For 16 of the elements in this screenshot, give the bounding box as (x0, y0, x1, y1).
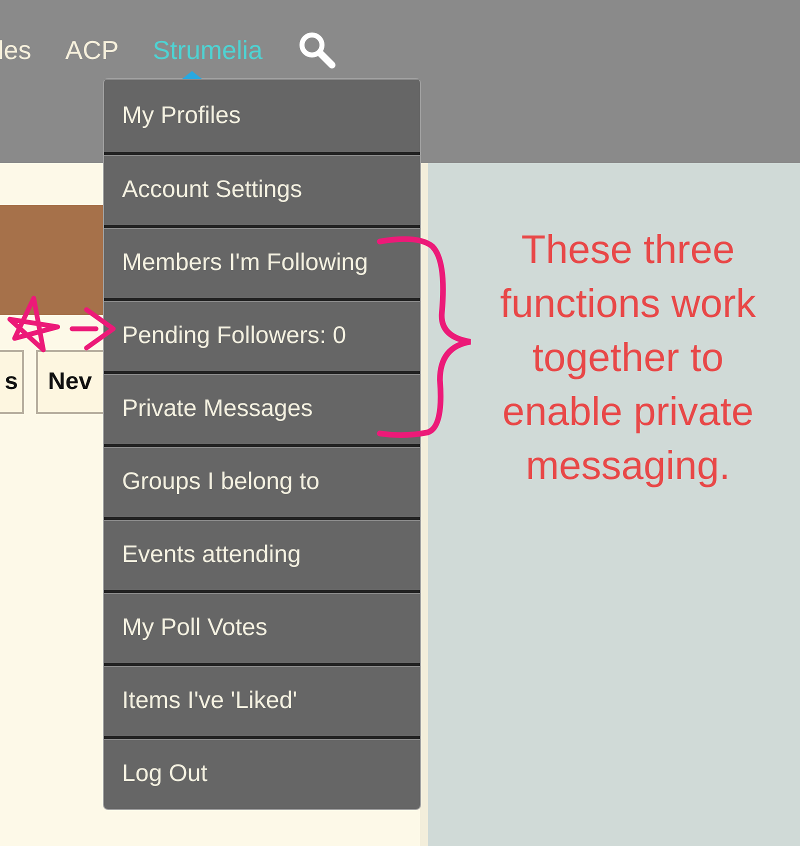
menu-item[interactable]: Account Settings (104, 152, 420, 225)
menu-item[interactable]: Private Messages (104, 371, 420, 444)
menu-item[interactable]: Events attending (104, 517, 420, 590)
menu-item[interactable]: My Profiles (104, 79, 420, 152)
menu-item[interactable]: Log Out (104, 736, 420, 809)
annotation-text: These three functions work together to enable private messaging. (499, 227, 757, 490)
menu-item[interactable]: Pending Followers: 0 (104, 298, 420, 371)
nav-link[interactable]: ACP (65, 34, 119, 66)
nav-link[interactable]: les (0, 34, 32, 66)
tab-button[interactable]: Nev (36, 350, 103, 414)
tab-button[interactable]: s (0, 350, 24, 414)
menu-item[interactable]: Items I've 'Liked' (104, 663, 420, 736)
search-icon[interactable] (296, 30, 337, 70)
menu-item[interactable]: Groups I belong to (104, 444, 420, 517)
menu-item[interactable]: Members I'm Following (104, 225, 420, 298)
menu-item[interactable]: My Poll Votes (104, 590, 420, 663)
